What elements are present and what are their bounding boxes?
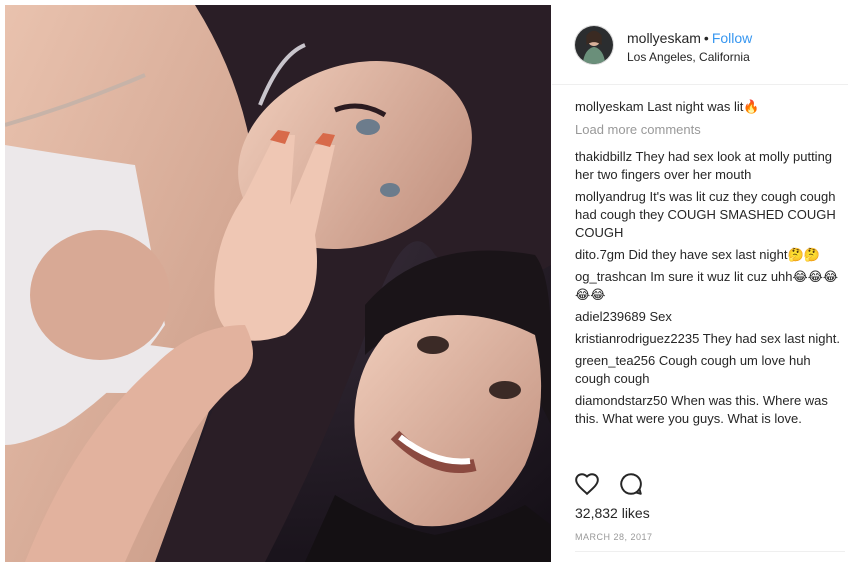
heart-icon[interactable] [574,471,600,497]
divider [575,551,845,552]
comment-item: diamondstarz50 When was this. Where was … [575,392,845,428]
comment-username[interactable]: og_trashcan [575,269,647,284]
comment-item: thakidbillz They had sex look at molly p… [575,148,845,184]
instagram-post: mollyeskam • Follow Los Angeles, Californi… [0,0,848,565]
comment-username[interactable]: diamondstarz50 [575,393,668,408]
caption: mollyeskam Last night was lit🔥 [575,98,845,116]
load-more-comments-button[interactable]: Load more comments [575,121,845,139]
caption-text: Last night was lit🔥 [647,99,760,114]
comment-username[interactable]: green_tea256 [575,353,655,368]
comment-item: kristianrodriguez2235 They had sex last … [575,330,845,348]
location-link[interactable]: Los Angeles, California [627,50,750,64]
comment-item: dito.7gm Did they have sex last night🤔🤔 [575,246,845,264]
comments-section: mollyeskam Last night was lit🔥 Load more… [575,98,845,432]
post-date: MARCH 28, 2017 [575,532,653,542]
comment-item: green_tea256 Cough cough um love huh cou… [575,352,845,388]
likes-text: 32,832 likes [575,505,650,521]
comment-item: adiel239689 Sex [575,308,845,326]
follow-button[interactable]: Follow [712,30,752,46]
likes-count[interactable]: 32,832 likes [575,505,650,521]
caption-username[interactable]: mollyeskam [575,99,644,114]
comment-text: Did they have sex last night🤔🤔 [628,247,820,262]
comment-bubble-icon[interactable] [618,471,644,497]
comment-username[interactable]: mollyandrug [575,189,646,204]
comment-item: og_trashcan Im sure it wuz lit cuz uhh😂😂… [575,268,845,304]
comment-text: Sex [649,309,672,324]
post-actions [574,471,658,499]
comment-item: mollyandrug It's was lit cuz they cough … [575,188,845,242]
header-user-line: mollyeskam • Follow [627,30,752,46]
comment-text: They had sex last night. [702,331,840,346]
comment-username[interactable]: thakidbillz [575,149,632,164]
avatar[interactable] [574,25,614,65]
comment-username[interactable]: adiel239689 [575,309,646,324]
post-header: mollyeskam • Follow Los Angeles, Californi… [552,5,848,85]
comment-username[interactable]: kristianrodriguez2235 [575,331,699,346]
header-separator: • [703,30,709,46]
post-sidebar: mollyeskam • Follow Los Angeles, Californi… [552,5,848,562]
header-username[interactable]: mollyeskam [627,30,701,46]
post-photo[interactable] [5,5,551,562]
comment-username[interactable]: dito.7gm [575,247,625,262]
